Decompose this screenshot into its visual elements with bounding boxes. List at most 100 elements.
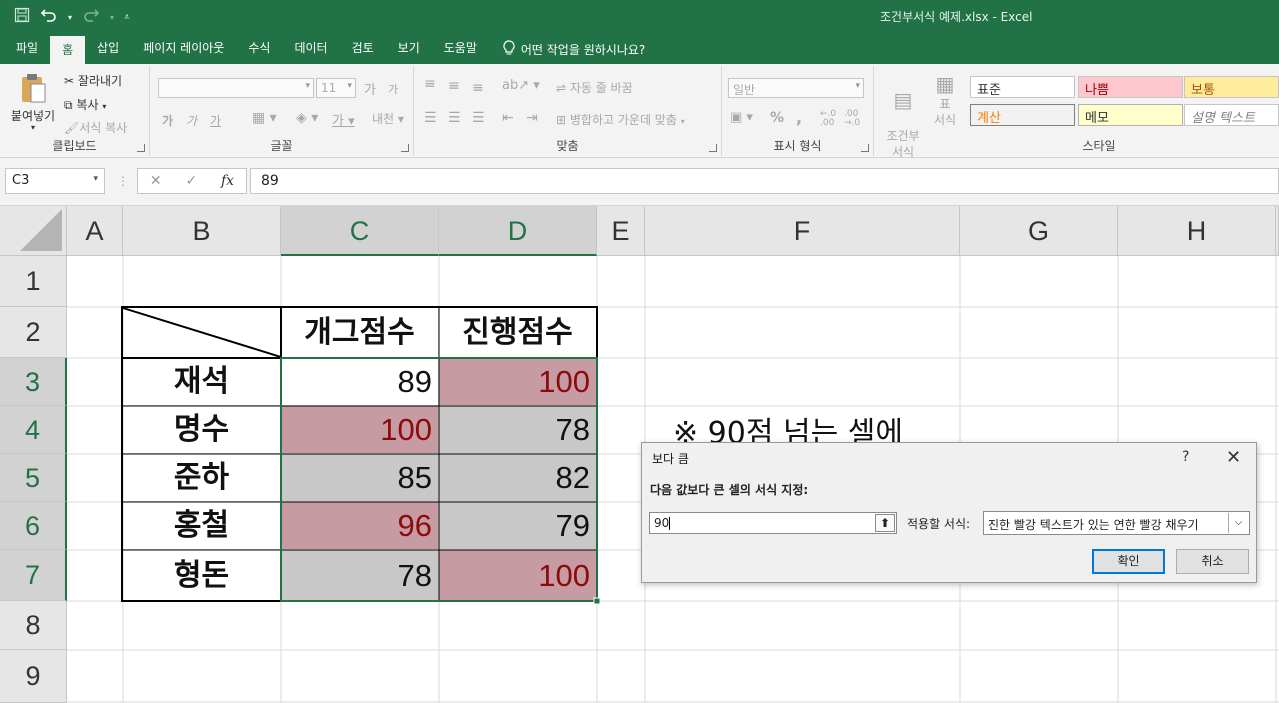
value-cell-c4[interactable]: 100: [281, 406, 439, 454]
row-header-8[interactable]: 8: [0, 601, 67, 650]
name-cell[interactable]: 형돈: [123, 550, 281, 601]
row-header-3[interactable]: 3: [0, 358, 67, 406]
value-cell-d5[interactable]: 82: [439, 454, 597, 502]
name-cell[interactable]: 명수: [123, 406, 281, 454]
ok-button[interactable]: 확인: [1092, 549, 1165, 574]
shrink-font-icon[interactable]: 가: [388, 81, 398, 97]
font-launcher-icon[interactable]: [401, 144, 409, 152]
tab-data[interactable]: 데이터: [282, 34, 339, 64]
align-right-icon[interactable]: ☰: [472, 110, 485, 126]
cut-button[interactable]: ✂ 잘라내기: [64, 72, 122, 89]
increase-indent-icon[interactable]: ⇥: [526, 110, 538, 126]
style-calculation[interactable]: 계산: [970, 104, 1075, 126]
tab-help[interactable]: 도움말: [432, 34, 489, 64]
format-select[interactable]: 진한 빨강 텍스트가 있는 연한 빨강 채우기 ⌵: [983, 511, 1250, 535]
align-top-icon[interactable]: ≡: [424, 76, 436, 92]
merge-center-button[interactable]: ⊞ 병합하고 가운데 맞춤 ▾: [556, 111, 685, 128]
value-cell-d7[interactable]: 100: [439, 550, 597, 601]
style-normal[interactable]: 표준: [970, 76, 1075, 98]
formula-input[interactable]: 89: [250, 168, 1279, 194]
copy-button[interactable]: ⧉ 복사 ▾: [64, 96, 106, 113]
column-header-f[interactable]: F: [645, 206, 960, 256]
undo-icon[interactable]: [40, 7, 58, 27]
style-note[interactable]: 메모: [1078, 104, 1183, 126]
style-bad[interactable]: 나쁨: [1078, 76, 1183, 98]
row-header-6[interactable]: 6: [0, 502, 67, 550]
comma-button[interactable]: ,: [796, 108, 802, 127]
column-header-b[interactable]: B: [123, 206, 281, 256]
formula-bar-grip-icon[interactable]: ⋮: [117, 174, 129, 188]
number-format-combo[interactable]: 일반 ▾: [728, 78, 864, 98]
cancel-icon[interactable]: ✕: [150, 173, 162, 189]
row-header-2[interactable]: 2: [0, 307, 67, 358]
accounting-format-icon[interactable]: ▣ ▾: [730, 110, 753, 125]
close-icon[interactable]: ✕: [1226, 447, 1241, 468]
row-header-1[interactable]: 1: [0, 256, 67, 307]
value-cell-c6[interactable]: 96: [281, 502, 439, 550]
font-color-icon[interactable]: 가 ▾: [332, 110, 355, 129]
orientation-icon[interactable]: ab↗ ▾: [502, 78, 540, 93]
tab-insert[interactable]: 삽입: [85, 34, 131, 64]
decrease-indent-icon[interactable]: ⇤: [502, 110, 514, 126]
redo-icon[interactable]: [82, 7, 100, 27]
clipboard-launcher-icon[interactable]: [137, 144, 145, 152]
cancel-button[interactable]: 취소: [1176, 549, 1249, 574]
wrap-text-button[interactable]: ⇌ 자동 줄 바꿈: [556, 79, 633, 96]
grow-font-icon[interactable]: 가: [364, 79, 376, 98]
style-neutral[interactable]: 보통: [1184, 76, 1279, 98]
name-cell[interactable]: 홍철: [123, 502, 281, 550]
value-cell-c3[interactable]: 89: [281, 358, 439, 406]
row-header-5[interactable]: 5: [0, 454, 67, 502]
decrease-decimal-icon[interactable]: .00 →.0: [844, 110, 860, 128]
column-header-a[interactable]: A: [67, 206, 123, 256]
border-icon[interactable]: ▦ ▾: [252, 110, 277, 126]
column-header-d[interactable]: D: [439, 206, 597, 256]
undo-dropdown-icon[interactable]: ▾: [68, 13, 72, 22]
value-cell-c5[interactable]: 85: [281, 454, 439, 502]
column-header-h[interactable]: H: [1118, 206, 1276, 256]
threshold-input[interactable]: 90: [649, 512, 897, 534]
value-cell-c7[interactable]: 78: [281, 550, 439, 601]
percent-button[interactable]: %: [770, 110, 784, 126]
tab-formulas[interactable]: 수식: [236, 34, 282, 64]
save-icon[interactable]: [14, 7, 30, 27]
value-cell-d4[interactable]: 78: [439, 406, 597, 454]
name-cell[interactable]: 재석: [123, 358, 281, 406]
value-cell-d3[interactable]: 100: [439, 358, 597, 406]
redo-dropdown-icon[interactable]: ▾: [110, 13, 114, 22]
tab-view[interactable]: 보기: [386, 34, 432, 64]
format-as-table-button[interactable]: ▦ 표 서식: [928, 72, 962, 128]
alignment-launcher-icon[interactable]: [709, 144, 717, 152]
font-size-combo[interactable]: 11 ▾: [316, 78, 356, 98]
name-cell[interactable]: 준하: [123, 454, 281, 502]
column-header-e[interactable]: E: [597, 206, 645, 256]
row-header-4[interactable]: 4: [0, 406, 67, 454]
enter-icon[interactable]: ✓: [185, 173, 197, 189]
collapse-dialog-icon[interactable]: ⬆: [875, 514, 895, 532]
underline-button[interactable]: 가: [210, 112, 221, 129]
column-header-g[interactable]: G: [960, 206, 1118, 256]
align-bottom-icon[interactable]: ≡: [472, 80, 484, 96]
tab-home[interactable]: 홈: [50, 34, 86, 64]
tab-review[interactable]: 검토: [340, 34, 386, 64]
header-cell-gag[interactable]: 개그점수: [281, 307, 439, 358]
name-box[interactable]: C3 ▾: [5, 168, 105, 194]
chevron-down-icon[interactable]: ⌵: [1228, 513, 1248, 533]
number-launcher-icon[interactable]: [861, 144, 869, 152]
insert-function-icon[interactable]: fx: [221, 173, 234, 189]
paste-button[interactable]: 붙여넣기 ▾: [10, 72, 56, 132]
align-center-icon[interactable]: ☰: [448, 110, 461, 126]
fill-color-icon[interactable]: ◈ ▾: [296, 110, 318, 126]
phonetic-icon[interactable]: 내천 ▾: [372, 110, 404, 127]
italic-button[interactable]: 가: [186, 112, 197, 129]
column-header-c[interactable]: C: [281, 206, 439, 256]
style-explanatory[interactable]: 설명 텍스트: [1184, 104, 1279, 126]
help-icon[interactable]: ?: [1182, 449, 1189, 465]
tell-me-box[interactable]: 어떤 작업을 원하시나요?: [489, 39, 645, 59]
align-middle-icon[interactable]: ≡: [448, 78, 460, 94]
align-left-icon[interactable]: ☰: [424, 110, 437, 126]
header-cell-host[interactable]: 진행점수: [439, 307, 597, 358]
increase-decimal-icon[interactable]: ←.0.00: [820, 110, 836, 128]
diagonal-header-cell[interactable]: [123, 307, 281, 358]
select-all-button[interactable]: [0, 206, 67, 256]
